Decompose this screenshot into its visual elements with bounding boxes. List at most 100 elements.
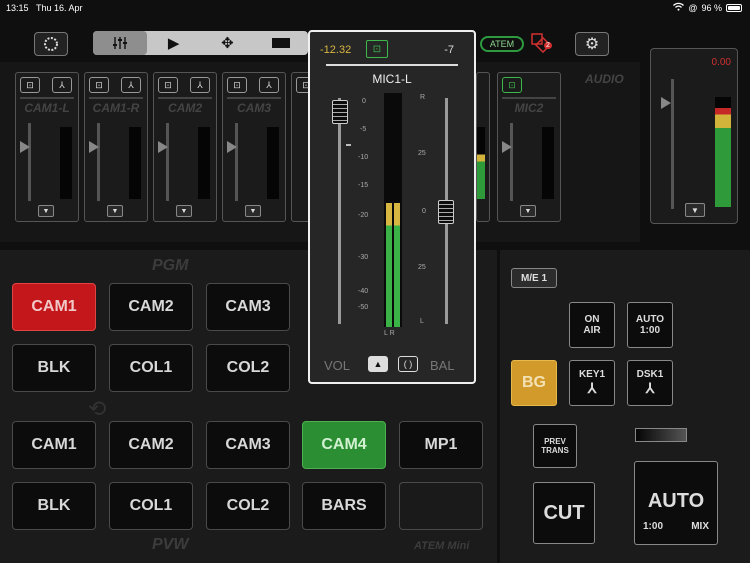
me-selector[interactable]: M/E 1 [511, 268, 557, 288]
auto-rate: 1:00 [643, 521, 664, 532]
status-icons: @ 96 % [673, 2, 742, 13]
expand-button[interactable]: ▼ [245, 205, 261, 217]
pgm-button[interactable]: CAM2 [109, 283, 193, 331]
volume-fader-handle[interactable] [332, 100, 348, 124]
chevron-down-icon: ▼ [42, 207, 50, 215]
key1-button[interactable]: KEY1 ⅄ [569, 360, 615, 406]
collapse-button[interactable]: ▲ [368, 356, 388, 372]
dsk1-button[interactable]: DSK1 ⅄ [627, 360, 673, 406]
pgm-button[interactable]: BLK [12, 344, 96, 392]
afv-button[interactable]: ⅄ [259, 77, 279, 93]
split-icon: ⅄ [197, 79, 203, 90]
chevron-down-icon: ▼ [111, 207, 119, 215]
move-arrows-icon: ✥ [221, 35, 234, 52]
move-view-tab[interactable]: ✥ [201, 31, 255, 55]
wifi-icon [673, 2, 685, 13]
cut-button[interactable]: CUT [533, 482, 595, 544]
afv-button[interactable]: ⅄ [52, 77, 72, 93]
spinner-button[interactable] [34, 32, 68, 56]
status-bar: 13:15 Thu 16. Apr @ 96 % [0, 0, 750, 16]
pgm-button[interactable]: CAM1 [12, 283, 96, 331]
level-meter [198, 127, 210, 199]
atem-connection-badge[interactable]: ATEM [480, 36, 524, 52]
input-button[interactable]: ⊡ [502, 77, 522, 93]
swap-icon[interactable]: ⟲ [88, 396, 106, 422]
master-fader-track[interactable] [671, 79, 674, 209]
afv-button[interactable]: ⅄ [190, 77, 210, 93]
pgm-button[interactable]: CAM3 [206, 283, 290, 331]
pvw-button[interactable]: CAM2 [109, 421, 193, 469]
level-meter [129, 127, 141, 199]
pgm-label: PGM [152, 257, 189, 274]
volume-fader-knob[interactable] [227, 141, 237, 153]
unity-mark [346, 144, 351, 146]
clock: 13:15 [6, 3, 29, 13]
input-icon: ⊡ [164, 79, 172, 90]
pvw-button[interactable]: COL1 [109, 482, 193, 530]
battery-percent: 96 % [701, 2, 722, 13]
transition-slider[interactable] [635, 428, 687, 442]
input-button[interactable]: ⊡ [158, 77, 178, 93]
multiview-tab[interactable] [254, 31, 308, 55]
auto-small-button[interactable]: AUTO 1:00 [627, 302, 673, 348]
volume-fader-track[interactable] [338, 98, 341, 324]
expand-button[interactable]: ▼ [107, 205, 123, 217]
on-air-line1: ON [584, 314, 600, 325]
pgm-button[interactable]: COL1 [109, 344, 193, 392]
input-button[interactable]: ⊡ [20, 77, 40, 93]
chevron-down-icon: ▼ [524, 207, 532, 215]
settings-button[interactable]: ⚙ [575, 32, 609, 56]
volume-fader-track[interactable] [510, 123, 513, 201]
channel-name: CAM1-R [92, 101, 140, 115]
input-button[interactable]: ⊡ [89, 77, 109, 93]
mixer-view-tab[interactable] [93, 31, 147, 55]
volume-fader-track[interactable] [166, 123, 169, 201]
pvw-button[interactable]: CAM3 [206, 421, 290, 469]
afv-button[interactable]: ⅄ [121, 77, 141, 93]
pvw-button[interactable]: COL2 [206, 482, 290, 530]
pvw-button[interactable]: CAM1 [12, 421, 96, 469]
input-icon: ⊡ [233, 79, 241, 90]
pvw-button[interactable]: BLK [12, 482, 96, 530]
volume-fader-knob[interactable] [89, 141, 99, 153]
vol-tick: -5 [360, 126, 367, 133]
on-air-button[interactable]: ON AIR [569, 302, 615, 348]
pvw-button-empty[interactable] [399, 482, 483, 530]
volume-fader-track[interactable] [97, 123, 100, 201]
audio-channel-cam3: ⊡ ⅄ CAM3 ▼ [222, 72, 286, 222]
volume-fader-knob[interactable] [502, 141, 512, 153]
input-button[interactable]: ⊡ [366, 40, 388, 58]
pvw-button[interactable]: MP1 [399, 421, 483, 469]
master-expand-button[interactable]: ▼ [685, 203, 705, 217]
input-button[interactable]: ⊡ [227, 77, 247, 93]
pvw-button[interactable]: BARS [302, 482, 386, 530]
volume-fader-knob[interactable] [20, 141, 30, 153]
auto-label: AUTO [647, 490, 705, 512]
expand-button[interactable]: ▼ [520, 205, 536, 217]
volume-fader-track[interactable] [235, 123, 238, 201]
level-value: -12.32 [320, 44, 352, 56]
prev-trans-button[interactable]: PREV TRANS [533, 424, 577, 468]
volume-fader-track[interactable] [28, 123, 31, 201]
bal-tick: L [420, 318, 424, 325]
expand-button[interactable]: ▼ [176, 205, 192, 217]
volume-fader-knob[interactable] [158, 141, 168, 153]
expand-button[interactable]: ▼ [38, 205, 54, 217]
vol-tick: -20 [358, 212, 369, 219]
chevron-down-icon: ▼ [691, 205, 699, 215]
play-view-tab[interactable]: ▶ [147, 31, 201, 55]
input-icon: ⊡ [508, 79, 516, 90]
vol-tick: -40 [358, 288, 369, 295]
link-button[interactable]: ( ) [398, 356, 418, 372]
bg-button[interactable]: BG [511, 360, 557, 406]
balance-fader-handle[interactable] [438, 200, 454, 224]
alert-button[interactable]: 2 [530, 32, 556, 54]
meter-bar-left [386, 203, 392, 327]
master-fader-knob[interactable] [661, 97, 671, 109]
split-icon: ⅄ [266, 79, 272, 90]
pgm-button[interactable]: COL2 [206, 344, 290, 392]
level-meter [384, 93, 402, 327]
auto-transition-button[interactable]: AUTO 1:00 MIX [634, 461, 718, 545]
vol-tick: -15 [358, 182, 369, 189]
pvw-button[interactable]: CAM4 [302, 421, 386, 469]
